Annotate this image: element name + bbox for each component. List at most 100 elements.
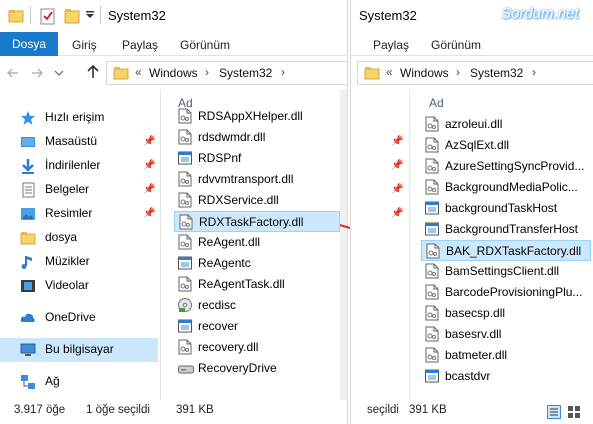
tab-share[interactable]: Paylaş [373,36,409,54]
file-row[interactable]: BAK_RDXTaskFactory.dll [421,240,591,261]
chevron-right-icon[interactable]: › [532,65,536,79]
app-icon [425,222,439,236]
breadcrumb-windows[interactable]: Windows [149,66,198,80]
file-row[interactable]: recovery.dll [174,337,340,358]
nav-item-dosya[interactable]: dosya [0,226,158,250]
new-folder-icon[interactable] [64,7,80,25]
file-row[interactable]: recdisc [174,295,340,316]
file-row[interactable]: BamSettingsClient.dll [421,261,591,282]
tab-home[interactable]: Giriş [72,36,97,54]
nav-item-onedrive[interactable]: OneDrive [0,306,158,330]
file-row[interactable]: backgroundTaskHost [421,198,591,219]
nav-label: OneDrive [45,310,96,324]
file-row[interactable]: RDXTaskFactory.dll [174,211,340,232]
navigation-pane: Hızlı erişim Masaüstü 📌 İndirilenler 📌 B… [0,100,160,400]
dll-icon [178,339,192,355]
file-row[interactable]: ReAgentc [174,253,340,274]
nav-label: Bu bilgisayar [45,342,114,356]
folder-icon [364,67,380,80]
details-view-icon[interactable] [547,405,561,419]
nav-item-music[interactable]: Müzikler [0,250,158,274]
file-row[interactable]: basecsp.dll [421,303,591,324]
nav-item-downloads[interactable]: İndirilenler 📌 [0,154,158,178]
nav-label: Belgeler [45,182,90,196]
chevron-right-icon[interactable]: › [456,65,460,79]
star-icon [21,111,35,125]
nav-label: Resimler [45,206,93,220]
pane-splitter[interactable] [409,90,410,400]
nav-item-desktop[interactable]: Masaüstü 📌 [0,130,158,154]
nav-item-this-pc[interactable]: Bu bilgisayar [0,338,158,362]
selected-size: 391 KB [409,404,447,416]
large-icons-view-icon[interactable] [567,405,581,419]
folder-icon [113,67,129,80]
address-bar[interactable]: « Windows › System32 › [357,61,593,85]
file-row[interactable]: RDSPnf [174,148,340,169]
file-row[interactable]: basesrv.dll [421,324,591,345]
nav-item-quick-access[interactable]: Hızlı erişim [0,106,158,130]
column-header-name[interactable]: Ad [429,96,444,110]
file-row[interactable]: bcastdvr [421,366,591,387]
file-row[interactable]: rdsdwmdr.dll [174,127,340,148]
nav-scrollbar[interactable] [152,90,160,400]
file-name: recover [198,319,239,333]
up-arrow-icon[interactable] [86,64,100,80]
tab-file[interactable]: Dosya [0,32,59,56]
nav-item-documents[interactable]: Belgeler 📌 [0,178,158,202]
file-name: BarcodeProvisioningPlu... [445,285,583,299]
file-row[interactable]: RecoveryDrive [174,358,340,379]
cloud-icon [20,313,35,322]
tab-share[interactable]: Paylaş [122,36,158,54]
file-name: ReAgent.dll [198,235,261,249]
dll-icon [425,263,439,279]
dll-icon [178,108,192,124]
customize-toolbar-icon[interactable] [85,10,95,20]
back-arrow-icon[interactable] [6,66,20,80]
tab-view[interactable]: Görünüm [180,36,230,54]
file-row[interactable]: BackgroundTransferHost [421,219,591,240]
nav-item-network[interactable]: Ağ [0,370,158,394]
dll-icon [178,171,192,187]
file-name: ReAgentc [198,256,251,270]
file-row[interactable]: azroleui.dll [421,114,591,135]
documents-icon [22,182,35,198]
address-bar[interactable]: « Windows › System32 › [106,61,347,85]
file-row[interactable]: recover [174,316,340,337]
pin-icon[interactable]: 📌 [391,136,403,147]
breadcrumb-system32[interactable]: System32 [219,66,272,80]
file-row[interactable]: ReAgent.dll [174,232,340,253]
nav-item-videos[interactable]: Videolar [0,274,158,298]
overflow-chevron[interactable]: « [386,65,393,79]
file-row[interactable]: RDXService.dll [174,190,340,211]
forward-arrow-icon[interactable] [30,66,44,80]
file-row[interactable]: BarcodeProvisioningPlu... [421,282,591,303]
file-name: BackgroundMediaPolic... [445,180,578,194]
pin-icon[interactable]: 📌 [391,184,403,195]
chevron-right-icon[interactable]: › [205,65,209,79]
pane-splitter[interactable] [160,90,161,400]
properties-icon[interactable] [40,7,56,25]
file-row[interactable]: AzureSettingSyncProvid... [421,156,591,177]
window-title: System32 [359,8,417,23]
file-row[interactable]: rdvvmtransport.dll [174,169,340,190]
recent-locations-icon[interactable] [54,68,64,78]
breadcrumb-system32[interactable]: System32 [470,66,523,80]
overflow-chevron[interactable]: « [135,65,142,79]
file-row[interactable]: ReAgentTask.dll [174,274,340,295]
pin-icon[interactable]: 📌 [391,208,403,219]
file-name: AzSqlExt.dll [445,138,510,152]
file-row[interactable]: RDSAppXHelper.dll [174,106,340,127]
file-row[interactable]: BackgroundMediaPolic... [421,177,591,198]
pin-icon[interactable]: 📌 [391,160,403,171]
breadcrumb-windows[interactable]: Windows [400,66,449,80]
selected-count: seçildi [367,404,399,416]
tab-view[interactable]: Görünüm [431,36,481,54]
chevron-right-icon[interactable]: › [281,65,285,79]
dll-icon [425,326,439,342]
nav-item-pictures[interactable]: Resimler 📌 [0,202,158,226]
file-name: rdsdwmdr.dll [198,130,266,144]
nav-label: Ağ [45,374,60,388]
app-icon [178,256,192,270]
file-row[interactable]: batmeter.dll [421,345,591,366]
file-row[interactable]: AzSqlExt.dll [421,135,591,156]
